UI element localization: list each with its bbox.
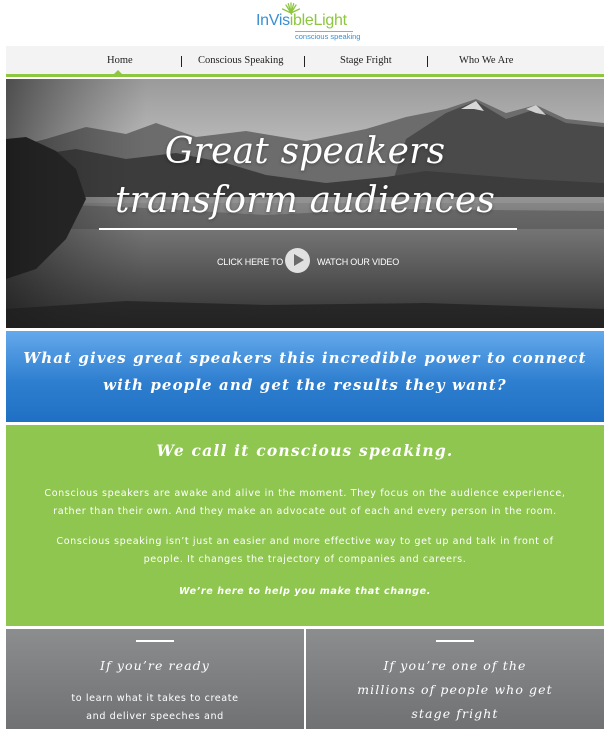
conscious-paragraph-1: Conscious speakers are awake and alive i…	[16, 485, 594, 521]
ready-body: to learn what it takes to create and del…	[6, 690, 304, 726]
hero-title-line2: transform audiences	[114, 180, 496, 221]
logo-text-ible: ible	[289, 12, 314, 29]
nav-item-home[interactable]: Home	[107, 55, 133, 66]
column-divider	[136, 640, 174, 642]
nav-separator	[304, 56, 305, 67]
conscious-speaking-band: We call it conscious speaking. Conscious…	[6, 425, 604, 626]
play-icon[interactable]	[285, 248, 310, 273]
hero-title-line1: Great speakers	[164, 131, 446, 172]
ready-body-line2: and deliver speeches and	[86, 711, 224, 722]
video-cta-right-text[interactable]: WATCH OUR VIDEO	[317, 257, 399, 267]
logo-text-light: Light	[313, 12, 348, 29]
nav-item-conscious-speaking[interactable]: Conscious Speaking	[198, 55, 283, 66]
logo-wordmark: InVisibleLight	[256, 12, 347, 30]
nav-item-who-we-are[interactable]: Who We Are	[459, 55, 513, 66]
column-divider	[436, 640, 474, 642]
hero-divider	[99, 228, 517, 230]
ready-column: If you’re ready to learn what it takes t…	[6, 629, 304, 729]
power-question: What gives great speakers this incredibl…	[6, 345, 604, 399]
ready-body-line1: to learn what it takes to create	[71, 693, 239, 704]
stage-fright-heading: If you’re one of the millions of people …	[306, 654, 604, 726]
power-question-line1: What gives great speakers this incredibl…	[23, 349, 587, 367]
nav-separator	[427, 56, 428, 67]
conscious-para1-line1: Conscious speakers are awake and alive i…	[44, 488, 566, 499]
hero-banner: Great speakers transform audiences CLICK…	[6, 79, 604, 328]
stage-fright-heading-line3: stage fright	[411, 706, 499, 721]
nav-active-indicator	[113, 70, 123, 75]
conscious-paragraph-2: Conscious speaking isn’t just an easier …	[16, 533, 594, 569]
video-cta-left-text[interactable]: CLICK HERE TO	[217, 257, 283, 267]
conscious-title: We call it conscious speaking.	[156, 441, 454, 460]
conscious-para2-line2: people. It changes the trajectory of com…	[143, 554, 467, 565]
logo[interactable]: InVisibleLight conscious speaking	[254, 2, 361, 42]
nav-item-stage-fright[interactable]: Stage Fright	[340, 55, 392, 66]
conscious-para1-line2: rather than their own. And they make an …	[53, 506, 557, 517]
stage-fright-heading-line2: millions of people who get	[357, 682, 553, 697]
conscious-cta: We’re here to help you make that change.	[179, 586, 431, 597]
conscious-para2-line1: Conscious speaking isn’t just an easier …	[56, 536, 554, 547]
logo-text-invis: InVis	[256, 12, 290, 29]
stage-fright-column: If you’re one of the millions of people …	[306, 629, 604, 729]
ready-heading: If you’re ready	[100, 658, 210, 673]
stage-fright-heading-line1: If you’re one of the	[383, 658, 527, 673]
nav-separator	[181, 56, 182, 67]
logo-tagline: conscious speaking	[295, 32, 361, 41]
power-question-line2: with people and get the results they wan…	[103, 376, 507, 394]
main-nav: Home Conscious Speaking Stage Fright Who…	[6, 46, 604, 77]
power-question-band: What gives great speakers this incredibl…	[6, 331, 604, 422]
